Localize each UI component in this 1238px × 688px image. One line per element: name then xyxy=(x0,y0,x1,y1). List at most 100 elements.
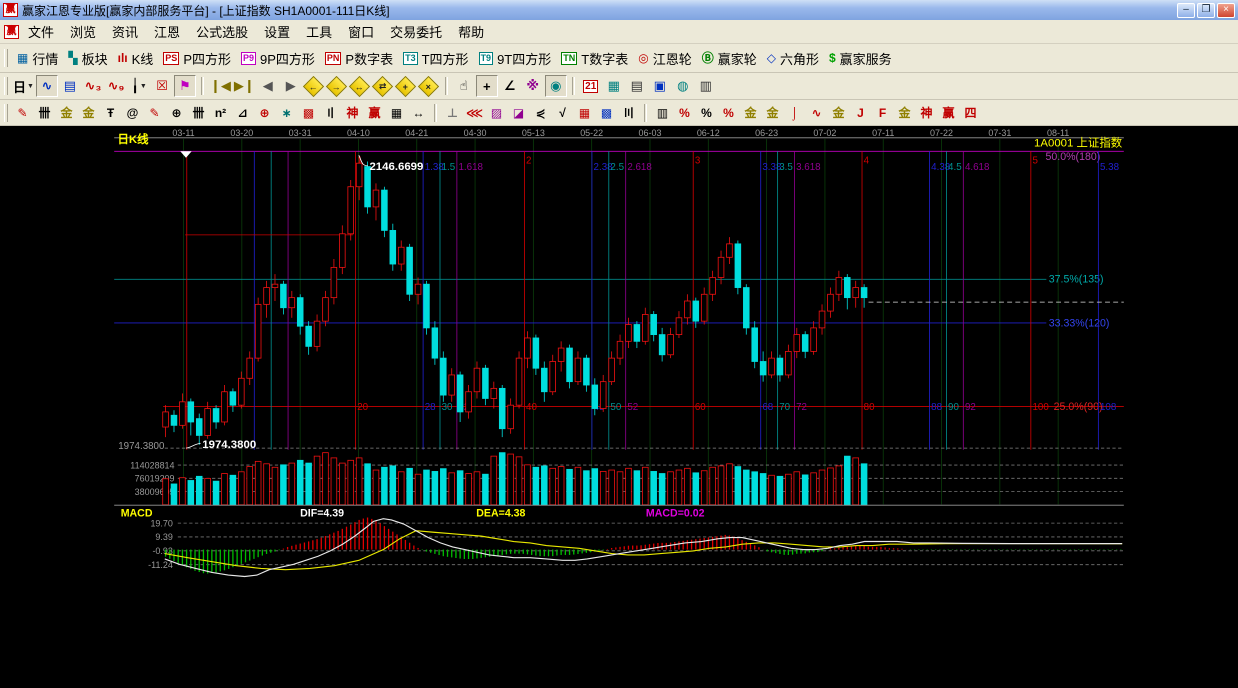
tool-flag-tool[interactable]: ⚑ xyxy=(173,75,196,97)
toolbar-button-hexagon[interactable]: ◇ 六角形 xyxy=(762,47,824,70)
tool-first-page[interactable]: ❙◀ xyxy=(209,75,232,97)
tool-tick-grid[interactable]: 卌 xyxy=(188,102,209,123)
tool-gold-line[interactable]: 金 xyxy=(828,102,849,123)
tool-fan-lines[interactable]: ⋘ xyxy=(464,102,485,123)
tool-wave-9[interactable]: ∿₉ xyxy=(105,75,127,97)
menu-帮助[interactable]: 帮助 xyxy=(450,20,492,43)
tool-f-grid[interactable]: Ŧ xyxy=(100,102,121,123)
chart-area[interactable]: 03-11 03-20 03-31 04-10 04-21 04-30 05-13 05-22… xyxy=(0,126,1238,683)
toolbar-button-winner-wheel[interactable]: Ⓑ 赢家轮 xyxy=(697,47,762,70)
toolbar-button-kline[interactable]: ılı K线 xyxy=(113,47,159,70)
tool-pen-tool[interactable]: ✎ xyxy=(12,102,33,123)
tool-marker-pen[interactable]: ⌡ xyxy=(784,102,805,123)
tool-tri-lines[interactable]: 〣 xyxy=(618,102,639,123)
tool-calculator[interactable]: ▦ xyxy=(603,75,625,97)
tool-prev-bar[interactable]: ◀ xyxy=(257,75,279,97)
tool-compress-chart[interactable]: ∿ xyxy=(35,75,58,97)
menu-江恩[interactable]: 江恩 xyxy=(146,20,188,43)
menu-文件[interactable]: 文件 xyxy=(20,20,62,43)
tool-period-day[interactable]: 日 ▼ xyxy=(12,75,35,97)
tool-percent-line[interactable]: % xyxy=(674,102,695,123)
tool-j-line[interactable]: J xyxy=(850,102,871,123)
tool-printer[interactable]: ▥ xyxy=(695,75,717,97)
toolbar-grip[interactable] xyxy=(4,103,8,122)
tool-gold-grid-2[interactable]: 金 xyxy=(78,102,99,123)
tool-angle-line[interactable]: ⊿ xyxy=(232,102,253,123)
title-bar[interactable]: 赢 赢家江恩专业版[赢家内部服务平台] - [上证指数 SH1A0001-111… xyxy=(0,0,1238,20)
tool-zoom-in[interactable]: + xyxy=(395,75,417,97)
toolbar-button-p-number-table[interactable]: PN P数字表 xyxy=(320,47,398,70)
tool-scale-tool[interactable]: ▥ xyxy=(652,102,673,123)
tool-pan-left[interactable]: ← xyxy=(303,75,325,97)
tool-fan-rays[interactable]: ⋞ xyxy=(530,102,551,123)
menu-窗口[interactable]: 窗口 xyxy=(340,20,382,43)
menu-设置[interactable]: 设置 xyxy=(256,20,298,43)
toolbar-button-quotes[interactable]: ▦ 行情 xyxy=(12,47,63,70)
tool-ying-tool[interactable]: 赢 xyxy=(364,102,385,123)
tool-cycle-tool[interactable]: ◉ xyxy=(544,75,567,97)
tool-red-grid[interactable]: ▦ xyxy=(574,102,595,123)
menu-公式选股[interactable]: 公式选股 xyxy=(188,20,256,43)
tool-compass-red[interactable]: ⊕ xyxy=(254,102,275,123)
toolbar-button-gann-wheel[interactable]: ◎ 江恩轮 xyxy=(633,47,697,70)
tool-blue-grid[interactable]: ▩ xyxy=(596,102,617,123)
toolbar-grip[interactable] xyxy=(4,77,8,95)
toolbar-button-t-number-table[interactable]: TN T数字表 xyxy=(556,47,633,70)
tool-gold-level[interactable]: 金 xyxy=(762,102,783,123)
tool-grid-tool[interactable]: 卌 xyxy=(34,102,55,123)
tool-spiral-tool[interactable]: @ xyxy=(122,102,143,123)
tool-shen-tool[interactable]: 神 xyxy=(342,102,363,123)
tool-gold-grid-1[interactable]: 金 xyxy=(56,102,77,123)
tool-calendar[interactable]: 21 xyxy=(580,75,602,97)
tool-beam-tool[interactable]: ⊥ xyxy=(442,102,463,123)
minimize-button[interactable]: ‒ xyxy=(1177,2,1195,18)
tool-pattern-tool[interactable]: ※ xyxy=(522,75,544,97)
toolbar-button-t-square[interactable]: T3 T四方形 xyxy=(398,47,473,70)
tool-wave-3[interactable]: ∿₃ xyxy=(82,75,104,97)
tool-last-page[interactable]: ▶❙ xyxy=(233,75,256,97)
tool-save[interactable]: ▣ xyxy=(649,75,671,97)
tool-hand-tool[interactable]: ☝ xyxy=(453,75,475,97)
tool-shade-grid[interactable]: ◪ xyxy=(508,102,529,123)
tool-pen-grid[interactable]: ✎ xyxy=(144,102,165,123)
tool-square-of-n[interactable]: n² xyxy=(210,102,231,123)
tool-si-angle[interactable]: 四 xyxy=(960,102,981,123)
kline-chart-canvas[interactable]: 03-11 03-20 03-31 04-10 04-21 04-30 05-13 05-22… xyxy=(0,126,1238,683)
tool-ruler-grid[interactable]: ▦ xyxy=(386,102,407,123)
menu-浏览[interactable]: 浏览 xyxy=(62,20,104,43)
tool-percent-eq[interactable]: % xyxy=(718,102,739,123)
candle-style-dropdown-caret[interactable]: ▼ xyxy=(140,83,147,90)
tool-cycle-circle[interactable]: ⊕ xyxy=(166,102,187,123)
tool-k-mark[interactable]: 〢 xyxy=(320,102,341,123)
tool-percent[interactable]: % xyxy=(696,102,717,123)
toolbar-button-sectors[interactable]: ▚ 板块 xyxy=(63,47,112,70)
tool-crosshair-tool[interactable]: + xyxy=(475,75,498,97)
toolbar-button-p-square[interactable]: PS P四方形 xyxy=(158,47,236,70)
tool-check-wave[interactable]: √ xyxy=(552,102,573,123)
tool-zoom-all[interactable]: × xyxy=(418,75,440,97)
tool-compress-horizontal[interactable]: ⇄ xyxy=(372,75,394,97)
tool-wave-tool[interactable]: ∿ xyxy=(806,102,827,123)
tool-shen-angle[interactable]: 神 xyxy=(916,102,937,123)
tool-gann-shape[interactable]: ☒ xyxy=(151,75,173,97)
tool-pan-right[interactable]: → xyxy=(326,75,348,97)
tool-star-grid[interactable]: ∗ xyxy=(276,102,297,123)
tool-f-line[interactable]: F xyxy=(872,102,893,123)
close-button[interactable]: × xyxy=(1217,2,1235,18)
menu-交易委托[interactable]: 交易委托 xyxy=(382,20,450,43)
menu-资讯[interactable]: 资讯 xyxy=(104,20,146,43)
tool-angle-tool[interactable]: ∠ xyxy=(499,75,521,97)
toolbar-button-9p-square[interactable]: P9 9P四方形 xyxy=(236,47,320,70)
toolbar-button-9t-square[interactable]: T9 9T四方形 xyxy=(474,47,557,70)
tool-net-grid[interactable]: ▩ xyxy=(298,102,319,123)
maximize-button[interactable]: ❐ xyxy=(1197,2,1215,18)
period-day-dropdown-caret[interactable]: ▼ xyxy=(27,83,34,90)
tool-info-panel[interactable]: ▤ xyxy=(59,75,81,97)
tool-expand-horizontal[interactable]: ↔ xyxy=(349,75,371,97)
toolbar-button-winner-service[interactable]: $ 赢家服务 xyxy=(824,47,897,70)
tool-browser[interactable]: ◍ xyxy=(672,75,694,97)
tool-gold-circle[interactable]: 金 xyxy=(740,102,761,123)
tool-ying-angle[interactable]: 赢 xyxy=(938,102,959,123)
toolbar-grip[interactable] xyxy=(4,49,8,67)
macd-title[interactable]: MACD xyxy=(121,508,153,520)
